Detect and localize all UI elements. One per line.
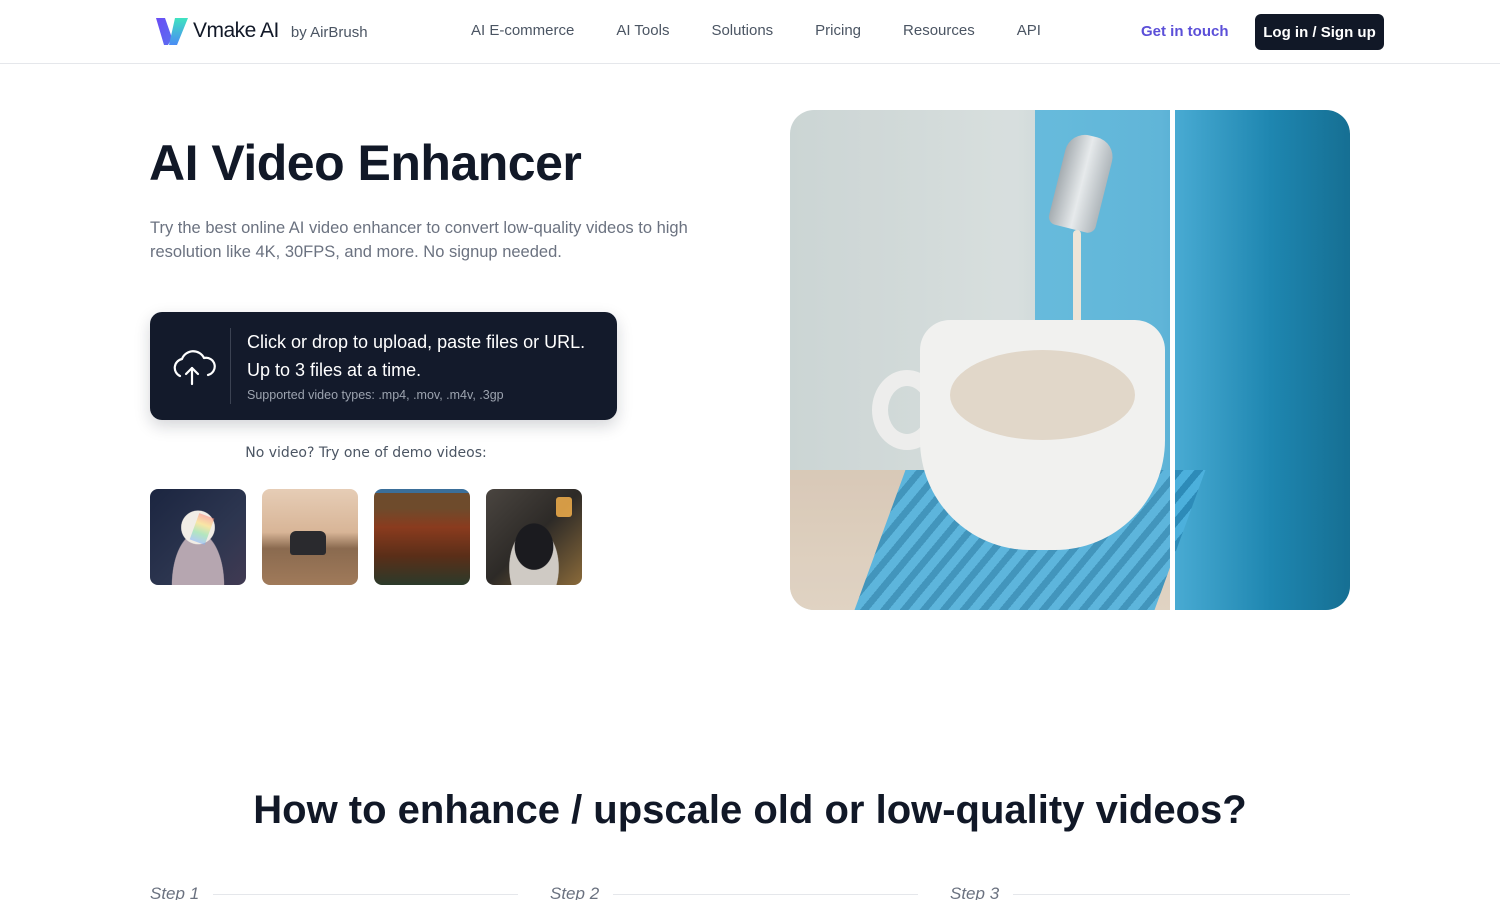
steps-row: Step 1 Step 2 Step 3 (150, 884, 1350, 900)
nav-resources[interactable]: Resources (903, 22, 975, 39)
step-1: Step 1 (150, 884, 518, 900)
demo-video-portrait[interactable] (150, 489, 246, 585)
comparison-slider-handle[interactable] (1170, 110, 1175, 610)
nav-ai-tools[interactable]: AI Tools (616, 22, 669, 39)
step-label: Step 3 (950, 884, 1000, 900)
hero-subtitle: Try the best online AI video enhancer to… (150, 219, 688, 261)
step-label: Step 1 (150, 884, 200, 900)
brand-name: Vmake AI (193, 19, 279, 42)
demo-video-coffee[interactable] (486, 489, 582, 585)
upload-divider (230, 328, 231, 404)
howto-heading: How to enhance / upscale old or low-qual… (253, 788, 1247, 832)
brand-logo[interactable]: Vmake AI by AirBrush (155, 16, 368, 46)
demo-video-forest[interactable] (374, 489, 470, 585)
nav-api[interactable]: API (1017, 22, 1041, 39)
step-divider (1013, 893, 1350, 895)
step-3: Step 3 (950, 884, 1350, 900)
step-label: Step 2 (550, 884, 600, 900)
upload-dropzone[interactable]: Click or drop to upload, paste files or … (150, 312, 617, 420)
nav-solutions[interactable]: Solutions (711, 22, 773, 39)
page-title: AI Video Enhancer (149, 135, 582, 191)
demo-videos-list (150, 489, 598, 585)
nav-ai-ecommerce[interactable]: AI E-commerce (471, 22, 574, 39)
get-in-touch-link[interactable]: Get in touch (1141, 23, 1229, 40)
step-divider (613, 893, 918, 895)
nav-pricing[interactable]: Pricing (815, 22, 861, 39)
before-after-comparison-image[interactable] (790, 110, 1350, 610)
main-nav: AI E-commerce AI Tools Solutions Pricing… (471, 22, 1083, 39)
vmake-logo-icon (156, 18, 188, 45)
cloud-upload-icon (173, 350, 216, 386)
before-overlay (790, 110, 1170, 610)
upload-instructions: Click or drop to upload, paste files or … (247, 332, 586, 380)
step-divider (213, 893, 518, 895)
demo-videos-label: No video? Try one of demo videos: (245, 445, 487, 461)
demo-video-car[interactable] (262, 489, 358, 585)
login-signup-button[interactable]: Log in / Sign up (1255, 14, 1384, 50)
step-2: Step 2 (550, 884, 918, 900)
supported-types-text: Supported video types: .mp4, .mov, .m4v,… (247, 388, 504, 402)
brand-suffix: by AirBrush (290, 24, 368, 41)
top-navbar: Vmake AI by AirBrush AI E-commerce AI To… (0, 0, 1500, 64)
